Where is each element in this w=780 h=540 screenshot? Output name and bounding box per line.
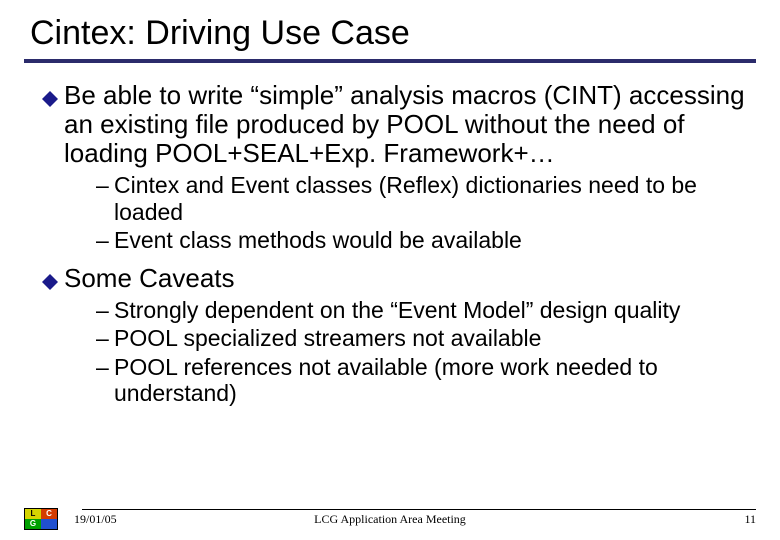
sub-bullet-item: – POOL references not available (more wo… xyxy=(96,354,756,407)
sub-bullet-item: – Event class methods would be available xyxy=(96,227,756,253)
footer: L C G 19/01/05 LCG Application Area Meet… xyxy=(0,508,780,530)
sub-bullet-text: POOL references not available (more work… xyxy=(114,354,756,407)
sub-bullet-text: Strongly dependent on the “Event Model” … xyxy=(114,297,680,323)
bullet-item: Be able to write “simple” analysis macro… xyxy=(42,81,756,168)
sub-bullet-item: – Cintex and Event classes (Reflex) dict… xyxy=(96,172,756,225)
bullet-text: Some Caveats xyxy=(64,264,235,293)
sub-bullet-text: POOL specialized streamers not available xyxy=(114,325,541,351)
dash-icon: – xyxy=(96,297,114,323)
sub-bullet-list: – Strongly dependent on the “Event Model… xyxy=(42,297,756,407)
dash-icon: – xyxy=(96,227,114,253)
footer-center-text: LCG Application Area Meeting xyxy=(0,512,780,527)
sub-bullet-text: Event class methods would be available xyxy=(114,227,522,253)
title-underline xyxy=(24,59,756,63)
sub-bullet-item: – POOL specialized streamers not availab… xyxy=(96,325,756,351)
slide: Cintex: Driving Use Case Be able to writ… xyxy=(0,0,780,540)
sub-bullet-list: – Cintex and Event classes (Reflex) dict… xyxy=(42,172,756,253)
sub-bullet-item: – Strongly dependent on the “Event Model… xyxy=(96,297,756,323)
diamond-bullet-icon xyxy=(42,91,58,107)
dash-icon: – xyxy=(96,354,114,380)
diamond-bullet-icon xyxy=(42,274,58,290)
content-area: Be able to write “simple” analysis macro… xyxy=(24,81,756,407)
slide-title: Cintex: Driving Use Case xyxy=(24,14,756,53)
dash-icon: – xyxy=(96,172,114,198)
dash-icon: – xyxy=(96,325,114,351)
sub-bullet-text: Cintex and Event classes (Reflex) dictio… xyxy=(114,172,756,225)
bullet-item: Some Caveats xyxy=(42,264,756,293)
bullet-text: Be able to write “simple” analysis macro… xyxy=(64,81,756,168)
